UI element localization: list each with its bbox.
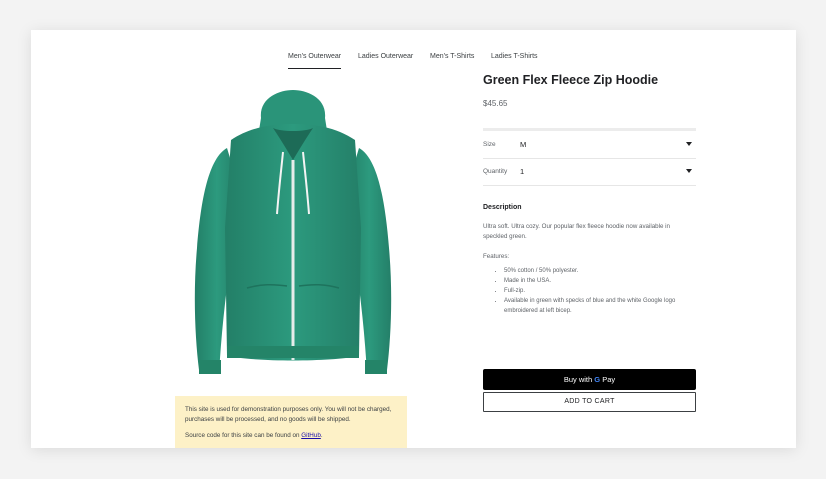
chevron-down-icon [686,142,692,146]
tab-ladies-outerwear[interactable]: Ladies Outerwear [358,52,413,68]
source-line: Source code for this site can be found o… [185,431,397,441]
source-prefix: Source code for this site can be found o… [185,432,300,439]
buy-with-gpay-button[interactable]: Buy with G Pay [483,369,696,390]
gpay-prefix: Buy with [563,375,593,384]
product-price: $45.65 [483,99,508,108]
product-image [194,90,392,374]
quantity-value: 1 [520,167,525,176]
github-link[interactable]: GitHub [301,432,321,439]
gpay-suffix: Pay [602,375,616,384]
features-label: Features: [483,253,510,260]
product-title: Green Flex Fleece Zip Hoodie [483,73,659,87]
description-heading: Description [483,204,522,211]
size-select[interactable]: Size M [483,132,696,159]
category-tabs: Men's Outerwear Ladies Outerwear Men's T… [31,52,796,72]
list-item: Made in the USA. [504,276,696,286]
list-item: 50% cotton / 50% polyester. [504,266,696,276]
quantity-label: Quantity [483,168,508,175]
size-label: Size [483,141,496,148]
list-item: Available in green with specks of blue a… [504,296,696,316]
demo-notice: This site is used for demonstration purp… [175,396,407,448]
google-g-icon: G [594,375,601,384]
tab-mens-outerwear[interactable]: Men's Outerwear [288,52,342,69]
add-to-cart-button[interactable]: ADD TO CART [483,392,696,412]
tab-mens-tshirts[interactable]: Men's T-Shirts [430,52,474,68]
source-suffix: . [320,432,323,439]
page-card: Men's Outerwear Ladies Outerwear Men's T… [31,30,796,448]
features-list: 50% cotton / 50% polyester. Made in the … [483,266,696,316]
divider [483,128,696,131]
list-item: Full-zip. [504,286,696,296]
notice-text: This site is used for demonstration purp… [185,406,392,423]
quantity-select[interactable]: Quantity 1 [483,159,696,186]
chevron-down-icon [686,169,692,173]
tab-ladies-tshirts[interactable]: Ladies T-Shirts [491,52,538,68]
description-text: Ultra soft. Ultra cozy. Our popular flex… [483,223,670,240]
size-value: M [520,140,527,149]
